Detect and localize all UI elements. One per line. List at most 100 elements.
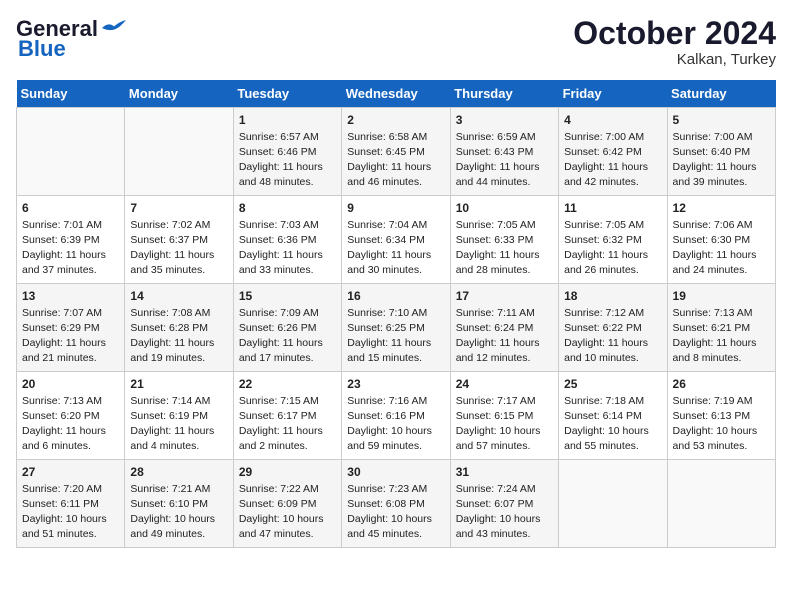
day-info: Sunrise: 7:18 AM Sunset: 6:14 PM Dayligh… <box>564 394 661 455</box>
logo-bird-icon <box>102 20 126 36</box>
day-number: 21 <box>130 376 227 393</box>
calendar-cell <box>559 460 667 548</box>
calendar-table: SundayMondayTuesdayWednesdayThursdayFrid… <box>16 80 776 548</box>
calendar-cell: 21Sunrise: 7:14 AM Sunset: 6:19 PM Dayli… <box>125 372 233 460</box>
logo-blue: Blue <box>16 36 66 62</box>
day-number: 4 <box>564 112 661 129</box>
calendar-cell: 15Sunrise: 7:09 AM Sunset: 6:26 PM Dayli… <box>233 284 341 372</box>
day-info: Sunrise: 7:11 AM Sunset: 6:24 PM Dayligh… <box>456 306 553 367</box>
week-row-4: 20Sunrise: 7:13 AM Sunset: 6:20 PM Dayli… <box>17 372 776 460</box>
calendar-cell: 31Sunrise: 7:24 AM Sunset: 6:07 PM Dayli… <box>450 460 558 548</box>
day-info: Sunrise: 7:02 AM Sunset: 6:37 PM Dayligh… <box>130 218 227 279</box>
week-row-5: 27Sunrise: 7:20 AM Sunset: 6:11 PM Dayli… <box>17 460 776 548</box>
day-info: Sunrise: 6:57 AM Sunset: 6:46 PM Dayligh… <box>239 130 336 191</box>
day-info: Sunrise: 7:16 AM Sunset: 6:16 PM Dayligh… <box>347 394 444 455</box>
calendar-cell: 25Sunrise: 7:18 AM Sunset: 6:14 PM Dayli… <box>559 372 667 460</box>
day-number: 10 <box>456 200 553 217</box>
calendar-cell: 14Sunrise: 7:08 AM Sunset: 6:28 PM Dayli… <box>125 284 233 372</box>
day-info: Sunrise: 7:12 AM Sunset: 6:22 PM Dayligh… <box>564 306 661 367</box>
day-info: Sunrise: 7:24 AM Sunset: 6:07 PM Dayligh… <box>456 482 553 543</box>
day-header-saturday: Saturday <box>667 80 775 108</box>
day-info: Sunrise: 7:08 AM Sunset: 6:28 PM Dayligh… <box>130 306 227 367</box>
day-number: 3 <box>456 112 553 129</box>
calendar-cell <box>125 108 233 196</box>
day-number: 31 <box>456 464 553 481</box>
calendar-cell: 28Sunrise: 7:21 AM Sunset: 6:10 PM Dayli… <box>125 460 233 548</box>
calendar-cell: 16Sunrise: 7:10 AM Sunset: 6:25 PM Dayli… <box>342 284 450 372</box>
day-info: Sunrise: 7:22 AM Sunset: 6:09 PM Dayligh… <box>239 482 336 543</box>
calendar-cell: 11Sunrise: 7:05 AM Sunset: 6:32 PM Dayli… <box>559 196 667 284</box>
day-number: 8 <box>239 200 336 217</box>
day-number: 18 <box>564 288 661 305</box>
calendar-cell: 26Sunrise: 7:19 AM Sunset: 6:13 PM Dayli… <box>667 372 775 460</box>
day-info: Sunrise: 7:03 AM Sunset: 6:36 PM Dayligh… <box>239 218 336 279</box>
calendar-cell: 18Sunrise: 7:12 AM Sunset: 6:22 PM Dayli… <box>559 284 667 372</box>
day-number: 25 <box>564 376 661 393</box>
calendar-cell <box>17 108 125 196</box>
day-number: 11 <box>564 200 661 217</box>
day-number: 28 <box>130 464 227 481</box>
title-block: October 2024 Kalkan, Turkey <box>573 16 776 68</box>
day-number: 14 <box>130 288 227 305</box>
day-number: 9 <box>347 200 444 217</box>
calendar-cell: 12Sunrise: 7:06 AM Sunset: 6:30 PM Dayli… <box>667 196 775 284</box>
day-info: Sunrise: 7:13 AM Sunset: 6:20 PM Dayligh… <box>22 394 119 455</box>
day-number: 30 <box>347 464 444 481</box>
day-info: Sunrise: 7:05 AM Sunset: 6:33 PM Dayligh… <box>456 218 553 279</box>
calendar-cell: 1Sunrise: 6:57 AM Sunset: 6:46 PM Daylig… <box>233 108 341 196</box>
day-number: 5 <box>673 112 770 129</box>
week-row-1: 1Sunrise: 6:57 AM Sunset: 6:46 PM Daylig… <box>17 108 776 196</box>
day-header-friday: Friday <box>559 80 667 108</box>
day-number: 7 <box>130 200 227 217</box>
day-number: 12 <box>673 200 770 217</box>
calendar-cell: 2Sunrise: 6:58 AM Sunset: 6:45 PM Daylig… <box>342 108 450 196</box>
day-info: Sunrise: 7:00 AM Sunset: 6:40 PM Dayligh… <box>673 130 770 191</box>
day-info: Sunrise: 7:21 AM Sunset: 6:10 PM Dayligh… <box>130 482 227 543</box>
day-info: Sunrise: 7:23 AM Sunset: 6:08 PM Dayligh… <box>347 482 444 543</box>
day-header-wednesday: Wednesday <box>342 80 450 108</box>
day-number: 17 <box>456 288 553 305</box>
calendar-cell: 5Sunrise: 7:00 AM Sunset: 6:40 PM Daylig… <box>667 108 775 196</box>
day-info: Sunrise: 7:14 AM Sunset: 6:19 PM Dayligh… <box>130 394 227 455</box>
day-info: Sunrise: 7:19 AM Sunset: 6:13 PM Dayligh… <box>673 394 770 455</box>
day-info: Sunrise: 6:59 AM Sunset: 6:43 PM Dayligh… <box>456 130 553 191</box>
calendar-cell: 4Sunrise: 7:00 AM Sunset: 6:42 PM Daylig… <box>559 108 667 196</box>
day-number: 13 <box>22 288 119 305</box>
day-info: Sunrise: 7:15 AM Sunset: 6:17 PM Dayligh… <box>239 394 336 455</box>
location: Kalkan, Turkey <box>573 51 776 68</box>
calendar-cell: 22Sunrise: 7:15 AM Sunset: 6:17 PM Dayli… <box>233 372 341 460</box>
day-info: Sunrise: 7:20 AM Sunset: 6:11 PM Dayligh… <box>22 482 119 543</box>
day-number: 16 <box>347 288 444 305</box>
day-info: Sunrise: 7:07 AM Sunset: 6:29 PM Dayligh… <box>22 306 119 367</box>
page-header: General Blue October 2024 Kalkan, Turkey <box>16 16 776 68</box>
day-number: 26 <box>673 376 770 393</box>
calendar-cell: 8Sunrise: 7:03 AM Sunset: 6:36 PM Daylig… <box>233 196 341 284</box>
header-row: SundayMondayTuesdayWednesdayThursdayFrid… <box>17 80 776 108</box>
calendar-cell: 3Sunrise: 6:59 AM Sunset: 6:43 PM Daylig… <box>450 108 558 196</box>
day-number: 6 <box>22 200 119 217</box>
day-info: Sunrise: 7:04 AM Sunset: 6:34 PM Dayligh… <box>347 218 444 279</box>
day-number: 23 <box>347 376 444 393</box>
month-title: October 2024 <box>573 16 776 51</box>
day-number: 1 <box>239 112 336 129</box>
calendar-cell: 27Sunrise: 7:20 AM Sunset: 6:11 PM Dayli… <box>17 460 125 548</box>
calendar-cell: 17Sunrise: 7:11 AM Sunset: 6:24 PM Dayli… <box>450 284 558 372</box>
calendar-cell: 23Sunrise: 7:16 AM Sunset: 6:16 PM Dayli… <box>342 372 450 460</box>
calendar-cell: 13Sunrise: 7:07 AM Sunset: 6:29 PM Dayli… <box>17 284 125 372</box>
day-info: Sunrise: 7:09 AM Sunset: 6:26 PM Dayligh… <box>239 306 336 367</box>
calendar-cell: 19Sunrise: 7:13 AM Sunset: 6:21 PM Dayli… <box>667 284 775 372</box>
day-number: 22 <box>239 376 336 393</box>
day-number: 15 <box>239 288 336 305</box>
day-info: Sunrise: 6:58 AM Sunset: 6:45 PM Dayligh… <box>347 130 444 191</box>
calendar-cell: 6Sunrise: 7:01 AM Sunset: 6:39 PM Daylig… <box>17 196 125 284</box>
calendar-cell: 30Sunrise: 7:23 AM Sunset: 6:08 PM Dayli… <box>342 460 450 548</box>
day-header-thursday: Thursday <box>450 80 558 108</box>
day-header-sunday: Sunday <box>17 80 125 108</box>
week-row-2: 6Sunrise: 7:01 AM Sunset: 6:39 PM Daylig… <box>17 196 776 284</box>
day-number: 27 <box>22 464 119 481</box>
logo: General Blue <box>16 16 126 62</box>
day-info: Sunrise: 7:17 AM Sunset: 6:15 PM Dayligh… <box>456 394 553 455</box>
calendar-cell: 24Sunrise: 7:17 AM Sunset: 6:15 PM Dayli… <box>450 372 558 460</box>
day-header-monday: Monday <box>125 80 233 108</box>
day-number: 29 <box>239 464 336 481</box>
